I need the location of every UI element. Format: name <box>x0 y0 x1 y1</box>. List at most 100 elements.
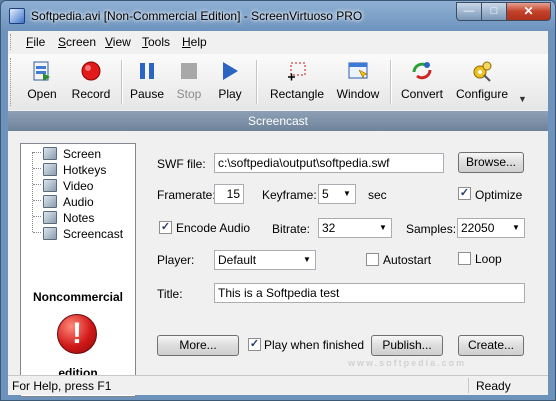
toolbar-separator <box>256 60 258 104</box>
audio-icon <box>43 195 57 208</box>
toolbar: Open Record Pause Stop Play Rectangle Wi… <box>8 54 548 110</box>
app-window: Softpedia.avi [Non-Commercial Edition] -… <box>0 0 556 401</box>
bitrate-label: Bitrate: <box>272 222 311 236</box>
pause-icon <box>136 60 158 82</box>
pause-button[interactable]: Pause <box>128 56 166 108</box>
convert-label: Convert <box>400 87 444 101</box>
status-divider <box>468 378 469 393</box>
client-area: File Screen View Tools Help Open Record <box>8 31 548 397</box>
configure-label: Configure <box>455 87 509 101</box>
play-icon <box>219 60 241 82</box>
menu-view[interactable]: View <box>105 35 131 49</box>
warning-icon: ! <box>57 314 97 354</box>
encode-audio-label: Encode Audio <box>176 221 251 235</box>
more-button[interactable]: More... <box>157 335 239 356</box>
title-label: Title: <box>157 287 183 301</box>
toolbar-grip[interactable] <box>10 58 14 106</box>
configure-icon <box>471 60 493 82</box>
open-button[interactable]: Open <box>22 56 62 108</box>
title-bar: Softpedia.avi [Non-Commercial Edition] -… <box>1 1 555 31</box>
stop-label: Stop <box>176 87 202 101</box>
hotkeys-icon <box>43 163 57 176</box>
close-button[interactable]: ✕ <box>506 2 551 21</box>
encode-audio-checkbox[interactable]: ✓ <box>159 221 172 234</box>
title-input[interactable]: This is a Softpedia test <box>214 283 525 303</box>
rectangle-button[interactable]: Rectangle <box>264 56 330 108</box>
app-icon <box>9 8 25 24</box>
autostart-checkbox[interactable] <box>366 253 379 266</box>
chevron-down-icon: ▼ <box>303 255 311 264</box>
convert-icon <box>411 60 433 82</box>
configure-button[interactable]: Configure <box>452 56 512 108</box>
samples-label: Samples: <box>406 222 457 236</box>
section-header: Screencast <box>8 111 548 131</box>
status-bar: For Help, press F1 Ready <box>8 375 548 395</box>
chevron-down-icon: ▼ <box>343 189 351 198</box>
notes-icon <box>43 211 57 224</box>
convert-button[interactable]: Convert <box>398 56 446 108</box>
stop-button[interactable]: Stop <box>172 56 206 108</box>
status-help-text: For Help, press F1 <box>12 379 112 393</box>
status-state: Ready <box>476 379 511 393</box>
watermark: www.softpedia.com <box>348 358 467 368</box>
menu-screen[interactable]: Screen <box>58 35 96 49</box>
stop-icon <box>178 60 200 82</box>
chevron-down-icon: ▼ <box>379 223 387 232</box>
play-when-finished-label: Play when finished <box>264 338 365 352</box>
samples-select[interactable]: 22050 ▼ <box>457 218 525 238</box>
optimize-label: Optimize <box>475 188 523 202</box>
menu-bar: File Screen View Tools Help <box>8 31 548 53</box>
tree-line <box>32 152 34 232</box>
loop-checkbox[interactable] <box>458 252 471 265</box>
toolbar-separator <box>121 60 123 104</box>
play-button[interactable]: Play <box>213 56 247 108</box>
rectangle-label: Rectangle <box>269 87 325 101</box>
screen-icon <box>43 147 57 160</box>
browse-button[interactable]: Browse... <box>458 152 524 173</box>
rectangle-select-icon <box>286 60 308 82</box>
play-when-finished-checkbox[interactable]: ✓ <box>248 338 261 351</box>
swf-file-input[interactable]: c:\softpedia\output\softpedia.swf <box>214 153 444 173</box>
keyframe-label: Keyframe: <box>262 188 317 202</box>
noncommercial-label: Noncommercial <box>32 290 124 304</box>
window-label: Window <box>336 87 380 101</box>
keyframe-value: 5 <box>322 187 329 201</box>
bitrate-select[interactable]: 32 ▼ <box>318 218 392 238</box>
player-label: Player: <box>157 253 195 267</box>
settings-tree: Screen Hotkeys Video Audio Notes Screenc… <box>20 143 136 397</box>
minimize-button[interactable]: — <box>456 2 482 21</box>
pause-label: Pause <box>129 87 165 101</box>
record-label: Record <box>71 87 111 101</box>
video-icon <box>43 179 57 192</box>
optimize-checkbox[interactable]: ✓ <box>458 187 471 200</box>
open-icon <box>31 60 53 82</box>
record-icon <box>80 60 102 82</box>
menu-file[interactable]: File <box>26 35 45 49</box>
maximize-button[interactable]: □ <box>481 2 507 21</box>
menu-grip[interactable] <box>10 34 14 50</box>
player-select[interactable]: Default ▼ <box>214 250 316 270</box>
bitrate-value: 32 <box>322 221 336 235</box>
play-label: Play <box>218 87 242 101</box>
create-button[interactable]: Create... <box>458 335 524 356</box>
chevron-down-icon: ▼ <box>512 223 520 232</box>
samples-value: 22050 <box>461 221 495 235</box>
window-select-icon <box>347 60 369 82</box>
framerate-label: Framerate: <box>157 188 216 202</box>
sec-label: sec <box>368 188 387 202</box>
player-value: Default <box>218 253 257 267</box>
record-button[interactable]: Record <box>68 56 114 108</box>
toolbar-overflow-icon[interactable]: ▼ <box>518 94 527 104</box>
loop-label: Loop <box>475 252 502 266</box>
autostart-label: Autostart <box>383 253 432 267</box>
menu-help[interactable]: Help <box>182 35 207 49</box>
open-label: Open <box>27 87 57 101</box>
window-title: Softpedia.avi [Non-Commercial Edition] -… <box>31 9 363 23</box>
keyframe-select[interactable]: 5 ▼ <box>318 184 356 204</box>
publish-button[interactable]: Publish... <box>371 335 443 356</box>
window-button[interactable]: Window <box>334 56 382 108</box>
menu-tools[interactable]: Tools <box>142 35 170 49</box>
screencast-icon <box>43 227 57 240</box>
toolbar-separator <box>390 60 392 104</box>
framerate-input[interactable]: 15 <box>214 184 244 204</box>
